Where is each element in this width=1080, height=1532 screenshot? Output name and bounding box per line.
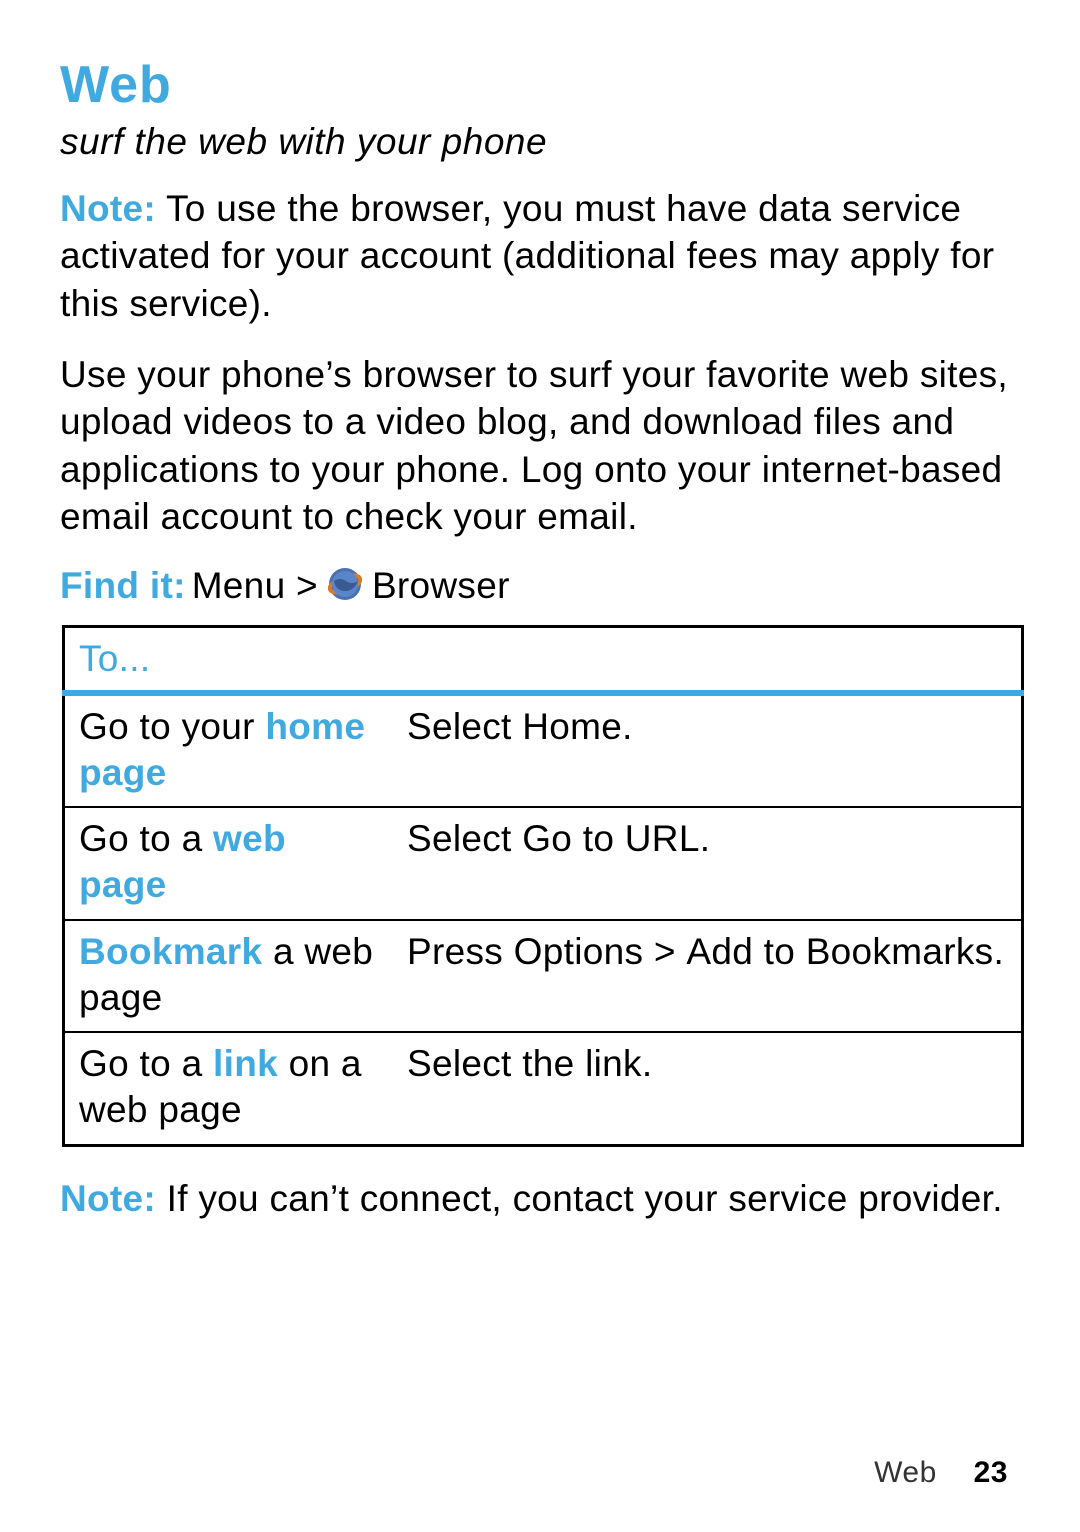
action-steps: Select Go to URL. [393, 807, 1023, 920]
text: Go to a [79, 818, 213, 859]
note-label: Note: [60, 188, 156, 229]
action-name: Go to your home page [64, 693, 394, 808]
table-row: Go to your home page Select Home. [64, 693, 1023, 808]
note-paragraph-1: Note: To use the browser, you must have … [60, 185, 1025, 327]
browser-icon [328, 567, 362, 601]
action-name: Go to a web page [64, 807, 394, 920]
page-footer: Web 23 [874, 1456, 1008, 1490]
find-it-label: Find it: [60, 565, 186, 607]
page-heading: Web [60, 55, 1025, 115]
note-label: Note: [60, 1178, 156, 1219]
footer-section: Web [874, 1456, 937, 1489]
text: Go to your [79, 706, 265, 747]
page-number: 23 [974, 1456, 1008, 1489]
find-it-suffix: Browser [372, 565, 510, 607]
note-text: To use the browser, you must have data s… [60, 188, 994, 324]
table-row: Go to a web page Select Go to URL. [64, 807, 1023, 920]
table-row: Go to a link on a web page Select the li… [64, 1032, 1023, 1145]
note-text: If you can’t connect, contact your servi… [156, 1178, 1003, 1219]
note-paragraph-2: Note: If you can’t connect, contact your… [60, 1175, 1025, 1222]
action-steps: Select Home. [393, 693, 1023, 808]
table-row: Bookmark a web page Press Options > Add … [64, 920, 1023, 1033]
action-name: Bookmark a web page [64, 920, 394, 1033]
action-steps: Select the link. [393, 1032, 1023, 1145]
action-name: Go to a link on a web page [64, 1032, 394, 1145]
text: Go to a [79, 1043, 213, 1084]
table-header: To... [64, 626, 1023, 693]
manual-page: Web surf the web with your phone Note: T… [0, 0, 1080, 1532]
action-steps: Press Options > Add to Bookmarks. [393, 920, 1023, 1033]
find-it-prefix: Menu > [192, 565, 318, 607]
accent-term: link [213, 1043, 278, 1084]
accent-term: Bookmark [79, 931, 262, 972]
find-it-line: Find it: Menu > Browser [60, 565, 1025, 607]
intro-paragraph: Use your phone’s browser to surf your fa… [60, 351, 1025, 540]
page-subtitle: surf the web with your phone [60, 121, 1025, 163]
actions-table: To... Go to your home page Select Home. … [62, 625, 1024, 1147]
